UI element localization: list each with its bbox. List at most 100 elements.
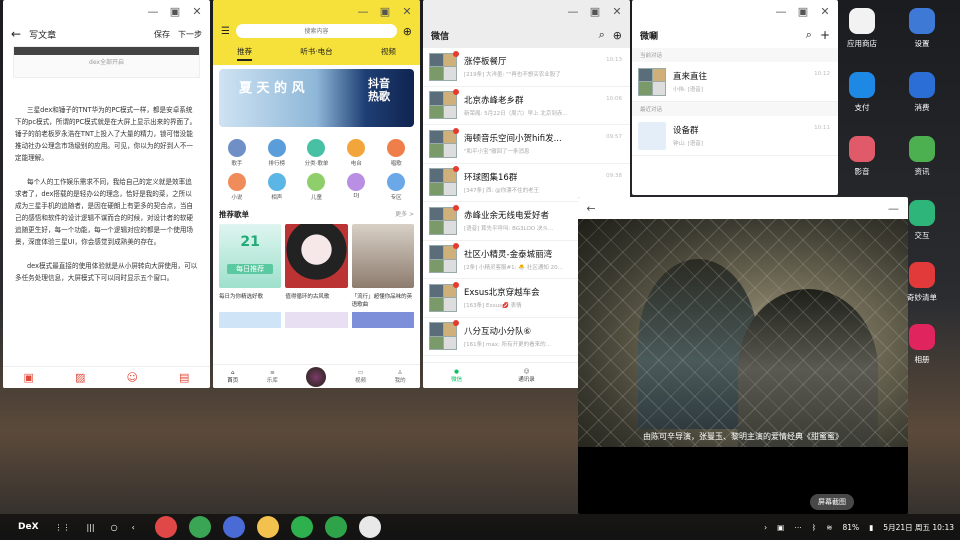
taskbar-app-icon[interactable] <box>154 516 177 538</box>
minimize-icon[interactable]: — <box>774 5 788 18</box>
desktop-app-icon[interactable]: 消费 <box>892 72 952 113</box>
nav-home[interactable]: ⌂ 首页 <box>227 370 238 384</box>
minimize-icon[interactable]: — <box>356 5 370 18</box>
unread-dot <box>453 89 459 96</box>
nav-chats[interactable]: ● 微信 <box>451 369 462 383</box>
nav-me[interactable]: ♙ 我的 <box>395 370 406 384</box>
maximize-icon[interactable]: ▣ <box>168 5 182 18</box>
category-icon <box>267 173 286 191</box>
battery-icon: ▮ <box>869 522 874 532</box>
video-frame[interactable]: 由陈可辛导演，张曼玉、黎明主演的爱情经典《甜蜜蜜》 <box>578 219 908 447</box>
desktop-app-icon[interactable]: 相册 <box>892 324 952 365</box>
add-icon[interactable]: + <box>820 28 830 42</box>
taskbar-app-icon[interactable] <box>222 516 245 538</box>
maximize-icon[interactable]: ▣ <box>796 5 810 18</box>
desktop-app-icon[interactable]: 设置 <box>892 8 952 49</box>
next-step-button[interactable]: 下一步 <box>178 29 202 40</box>
notification-icon[interactable]: ⋯ <box>794 523 802 532</box>
chat-row[interactable]: 北京赤峰老乡群 新荣阁: 5月22日（周六）早上 北京到赤... 10:06 <box>423 87 630 125</box>
close-icon[interactable]: ✕ <box>610 5 624 18</box>
window-titlebar[interactable]: ← — ▣ ✕ <box>578 197 908 219</box>
nav-library[interactable]: ≡ 乐库 <box>267 370 278 384</box>
desktop-app-icon[interactable]: 奇妙清单 <box>892 262 952 303</box>
desktop-app-icon[interactable]: 交互 <box>892 200 952 241</box>
apps-grid-icon[interactable]: ⋮⋮ <box>55 523 71 532</box>
category-icon <box>347 139 366 157</box>
back-arrow-icon[interactable]: ← <box>584 202 598 215</box>
conversation-item[interactable]: 直来直往 小伟: [语音] 10:12 <box>632 62 838 102</box>
desktop-app-icon[interactable]: 影音 <box>832 136 892 177</box>
add-icon[interactable]: ⊕ <box>613 29 622 42</box>
category-item[interactable]: 电台 <box>336 139 376 167</box>
text-icon[interactable]: ▣ <box>24 371 34 384</box>
category-item[interactable]: 专区 <box>376 173 416 201</box>
tab-audiobook-radio[interactable]: 听书·电台 <box>300 46 332 61</box>
taskbar-app-icon[interactable] <box>188 516 211 538</box>
search-input[interactable] <box>235 24 397 38</box>
taskbar-app-icon[interactable] <box>256 516 279 538</box>
image-icon[interactable]: ▨ <box>75 371 85 384</box>
playlist-label: 每日推荐 <box>227 264 274 274</box>
taskbar-app-icon[interactable] <box>358 516 381 538</box>
expand-icon[interactable]: › <box>764 523 767 532</box>
window-titlebar[interactable]: — ▣ ✕ <box>632 0 838 22</box>
close-icon[interactable]: ✕ <box>190 5 204 18</box>
chat-row[interactable]: 海顿音乐空间小贺hifi发... "和平小宝"撤回了一条消息 09:57 <box>423 125 630 164</box>
close-icon[interactable]: ✕ <box>818 5 832 18</box>
category-item[interactable]: 唱歌 <box>376 139 416 167</box>
home-icon[interactable]: ○ <box>111 523 118 532</box>
taskbar-app-icon[interactable] <box>324 516 347 538</box>
wechat-title: 微信 <box>431 31 450 42</box>
playlist-card[interactable]: 21 每日推荐 每日为你精选好歌 <box>219 224 282 308</box>
category-item[interactable]: 排行榜 <box>257 139 297 167</box>
emoji-icon[interactable]: ☺ <box>127 371 138 384</box>
playlist-card[interactable]: 「流行」超懂你品味的英语歌曲 <box>351 224 414 308</box>
app-icon <box>909 200 935 226</box>
dex-label[interactable]: DeX <box>18 522 39 532</box>
search-icon[interactable]: ⌕ <box>599 28 605 42</box>
window-titlebar[interactable]: — ▣ ✕ <box>423 0 630 22</box>
article-body[interactable]: 三星dex和锤子的TNT华为的PC模式一样，都是安卓系统下的pc模式，所谓的PC… <box>3 104 210 284</box>
nav-video[interactable]: ▭ 视频 <box>355 370 366 384</box>
playlist-title: 每日为你精选好歌 <box>219 294 264 300</box>
chat-row[interactable]: 涨停板餐厅 [219条] 大洋墨: ""再也不想买农业股了 10:13 <box>423 48 630 87</box>
maximize-icon[interactable]: ▣ <box>378 5 392 18</box>
minimize-icon[interactable]: — <box>566 5 580 18</box>
minimize-icon[interactable]: — <box>146 5 160 18</box>
now-playing-disc-icon[interactable] <box>306 366 327 387</box>
group-avatar <box>429 281 459 312</box>
category-item[interactable]: 分类·歌单 <box>297 139 337 167</box>
recents-icon[interactable]: ||| <box>87 523 95 532</box>
screenshot-icon[interactable]: ▣ <box>777 523 784 532</box>
conversation-item[interactable]: 设备群 钟山: [语音] 10:11 <box>632 116 838 156</box>
window-titlebar[interactable]: — ▣ ✕ <box>213 0 420 22</box>
category-item[interactable]: 儿童 <box>297 173 337 201</box>
category-item[interactable]: DJ <box>336 173 376 201</box>
category-item[interactable]: 小说 <box>217 173 257 201</box>
add-icon[interactable]: ⊕ <box>403 25 412 38</box>
taskbar-app-icon[interactable] <box>290 516 313 538</box>
save-button[interactable]: 保存 <box>154 29 170 40</box>
category-item[interactable]: 歌手 <box>217 139 257 167</box>
menu-icon[interactable]: ☰ <box>221 26 230 37</box>
maximize-icon[interactable]: ▣ <box>588 5 602 18</box>
search-icon[interactable]: ⌕ <box>806 28 812 42</box>
shop-icon[interactable]: ▤ <box>179 371 189 384</box>
back-icon[interactable]: ‹ <box>132 523 135 532</box>
desktop-app-icon[interactable]: 资讯 <box>892 136 952 177</box>
promo-banner[interactable]: 夏 天 的 风 抖音热歌 <box>219 69 414 127</box>
close-icon[interactable]: ✕ <box>400 5 414 18</box>
playlist-day: 21 <box>240 234 260 250</box>
window-titlebar[interactable]: — ▣ ✕ <box>3 0 210 22</box>
desktop-app-icon[interactable]: 应用商店 <box>832 8 892 49</box>
desktop-app-icon[interactable]: 支付 <box>832 72 892 113</box>
playlist-card[interactable]: 值得循环的古风歌 <box>285 224 348 308</box>
chat-preview: [219条] 大洋墨: ""再也不想买农业股了 <box>464 72 561 79</box>
music-header: — ▣ ✕ ☰ ⊕ 推荐 听书·电台 视频 <box>213 0 420 65</box>
tab-recommend[interactable]: 推荐 <box>237 46 253 61</box>
more-link[interactable]: 更多 > <box>395 209 414 220</box>
back-arrow-icon[interactable]: ← <box>11 27 21 41</box>
tab-video[interactable]: 视频 <box>381 46 396 61</box>
category-item[interactable]: 相声 <box>257 173 297 201</box>
nav-contacts[interactable]: ☺ 通讯录 <box>518 369 535 383</box>
